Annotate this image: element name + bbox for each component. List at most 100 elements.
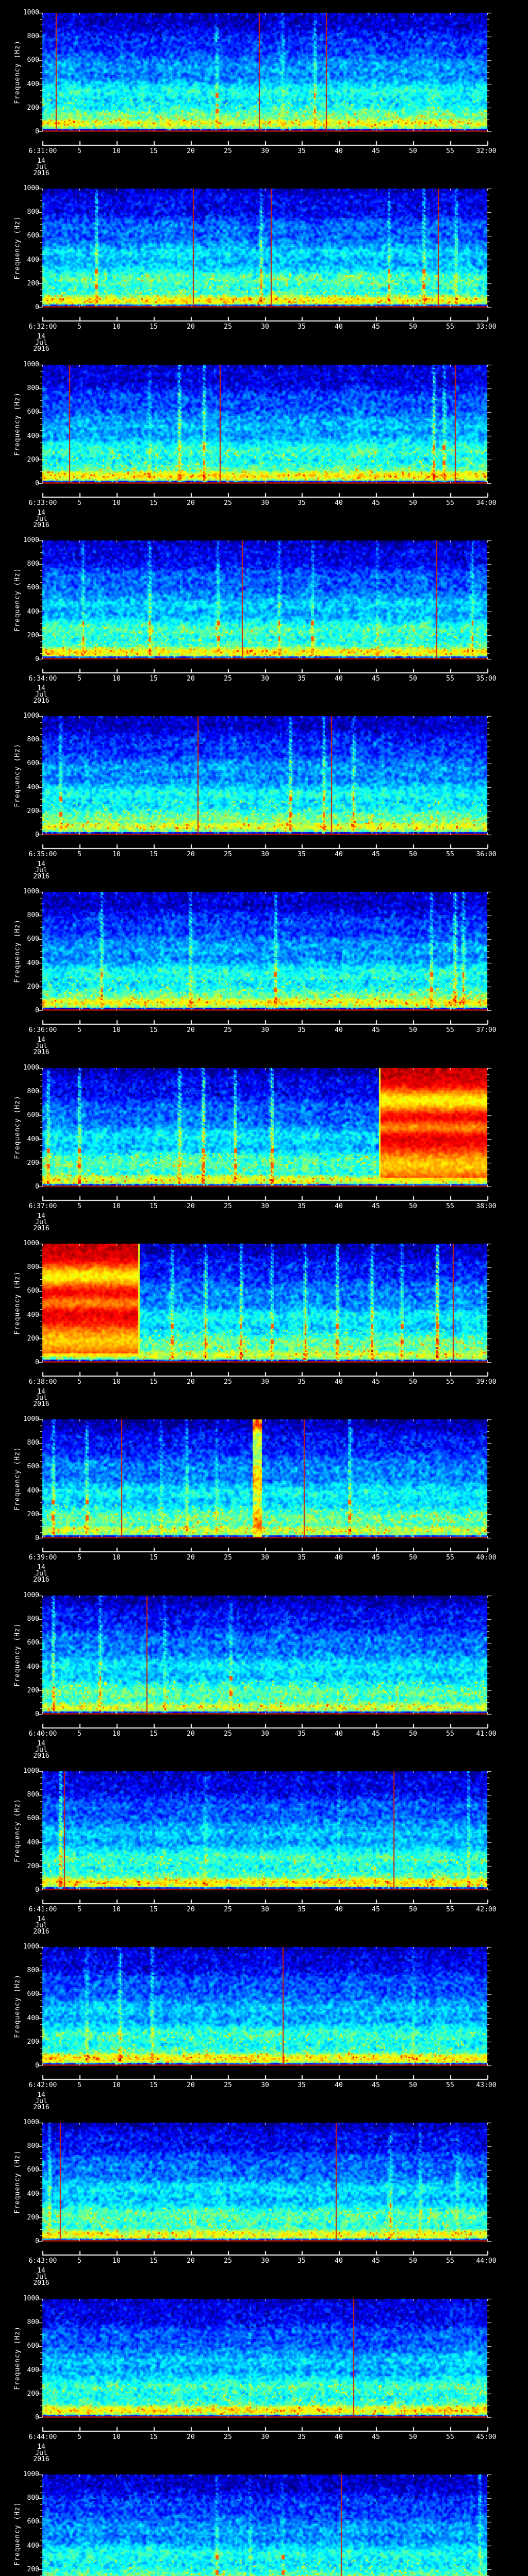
x-tick-label-40: 40 <box>335 1905 343 1913</box>
spectrogram-panel: Frequency (Hz) 0 200 400 600 800 1000 6:… <box>0 2110 528 2286</box>
y-tick-label-400: 400 <box>27 256 39 264</box>
x-tick-label-55: 55 <box>446 1730 454 1738</box>
y-axis-title: Frequency (Hz) <box>13 2326 22 2390</box>
x-tick-label-20: 20 <box>187 323 195 331</box>
x-tick-label-20: 20 <box>187 2081 195 2090</box>
y-tick-label-200: 200 <box>27 280 39 288</box>
x-tick-label-40: 40 <box>335 2257 343 2265</box>
x-tick-label-5: 5 <box>77 323 81 331</box>
x-tick-label-15: 15 <box>150 1554 158 1562</box>
x-tick-label-25: 25 <box>224 147 232 155</box>
x-tick-label-20: 20 <box>187 1905 195 1913</box>
y-axis-title: Frequency (Hz) <box>13 2502 22 2566</box>
y-tick-label-0: 0 <box>35 1534 39 1543</box>
x-tick-label-45: 45 <box>372 1730 380 1738</box>
y-tick-label-600: 600 <box>27 1111 39 1119</box>
x-tick-label-30: 30 <box>261 2433 269 2441</box>
y-tick-label-1000: 1000 <box>23 1767 39 1775</box>
y-tick-label-0: 0 <box>35 479 39 487</box>
x-tick-label-55: 55 <box>446 323 454 331</box>
x-end-time-label: 37:00 <box>476 1026 497 1035</box>
y-axis-title: Frequency (Hz) <box>13 1095 22 1159</box>
x-end-time-label: 39:00 <box>476 1378 497 1386</box>
x-tick-label-50: 50 <box>409 323 417 331</box>
x-tick-label-55: 55 <box>446 2433 454 2441</box>
x-tick-label-30: 30 <box>261 1202 269 1210</box>
x-tick-label-30: 30 <box>261 1905 269 1913</box>
x-tick-label-45: 45 <box>372 1026 380 1035</box>
x-tick-label-5: 5 <box>77 851 81 859</box>
x-tick-label-10: 10 <box>112 2257 121 2265</box>
x-tick-label-20: 20 <box>187 674 195 683</box>
x-tick-label-55: 55 <box>446 499 454 507</box>
x-end-time-label: 45:00 <box>476 2433 497 2441</box>
x-tick-label-20: 20 <box>187 1026 195 1035</box>
x-tick-label-10: 10 <box>112 147 121 155</box>
x-tick-label-10: 10 <box>112 323 121 331</box>
x-tick-label-15: 15 <box>150 1378 158 1386</box>
x-tick-label-20: 20 <box>187 851 195 859</box>
y-tick-label-1000: 1000 <box>23 1063 39 1072</box>
x-tick-label-50: 50 <box>409 499 417 507</box>
y-tick-label-200: 200 <box>27 2038 39 2046</box>
x-tick-label-30: 30 <box>261 851 269 859</box>
y-tick-label-0: 0 <box>35 655 39 663</box>
y-tick-label-1000: 1000 <box>23 184 39 193</box>
x-tick-label-50: 50 <box>409 2257 417 2265</box>
x-tick-label-10: 10 <box>112 851 121 859</box>
x-tick-label-20: 20 <box>187 147 195 155</box>
x-tick-label-55: 55 <box>446 2257 454 2265</box>
x-tick-label-35: 35 <box>298 1378 306 1386</box>
x-end-time-label: 43:00 <box>476 2081 497 2090</box>
y-tick-label-600: 600 <box>27 935 39 943</box>
x-tick-label-15: 15 <box>150 323 158 331</box>
x-tick-label-10: 10 <box>112 499 121 507</box>
spectrogram-panel: Frequency (Hz) 0 200 400 600 800 1000 6:… <box>0 1582 528 1759</box>
x-tick-label-25: 25 <box>224 1378 232 1386</box>
x-tick-label-20: 20 <box>187 499 195 507</box>
x-end-time-label: 40:00 <box>476 1554 497 1562</box>
x-tick-label-35: 35 <box>298 499 306 507</box>
x-end-time-label: 36:00 <box>476 851 497 859</box>
y-tick-label-1000: 1000 <box>23 1943 39 1951</box>
y-tick-label-200: 200 <box>27 1686 39 1694</box>
x-tick-label-55: 55 <box>446 1378 454 1386</box>
x-tick-label-25: 25 <box>224 2433 232 2441</box>
y-axis-title: Frequency (Hz) <box>13 1271 22 1335</box>
x-tick-label-15: 15 <box>150 1730 158 1738</box>
x-start-time-label: 6:31:00 <box>28 147 57 155</box>
x-tick-label-40: 40 <box>335 2433 343 2441</box>
y-tick-label-200: 200 <box>27 983 39 991</box>
x-tick-label-35: 35 <box>298 2081 306 2090</box>
y-tick-label-200: 200 <box>27 2389 39 2398</box>
x-tick-label-15: 15 <box>150 674 158 683</box>
x-tick-label-50: 50 <box>409 851 417 859</box>
y-tick-label-1000: 1000 <box>23 360 39 368</box>
x-start-time-label: 6:37:00 <box>28 1202 57 1210</box>
x-start-time-label: 6:39:00 <box>28 1554 57 1562</box>
y-tick-label-0: 0 <box>35 1358 39 1366</box>
x-tick-label-15: 15 <box>150 1202 158 1210</box>
x-start-time-label: 6:43:00 <box>28 2257 57 2265</box>
y-tick-label-0: 0 <box>35 1886 39 1894</box>
x-tick-label-10: 10 <box>112 2081 121 2090</box>
x-tick-label-40: 40 <box>335 2081 343 2090</box>
y-tick-label-1000: 1000 <box>23 2119 39 2127</box>
y-axis-title: Frequency (Hz) <box>13 2150 22 2214</box>
x-tick-label-45: 45 <box>372 323 380 331</box>
y-tick-label-600: 600 <box>27 1638 39 1647</box>
x-start-time-label: 6:35:00 <box>28 851 57 859</box>
x-tick-label-35: 35 <box>298 2433 306 2441</box>
x-tick-label-35: 35 <box>298 1905 306 1913</box>
y-tick-label-400: 400 <box>27 959 39 968</box>
y-tick-label-1000: 1000 <box>23 2470 39 2478</box>
x-tick-label-35: 35 <box>298 147 306 155</box>
y-axis-title: Frequency (Hz) <box>13 216 22 280</box>
x-tick-label-5: 5 <box>77 1554 81 1562</box>
x-tick-label-25: 25 <box>224 2257 232 2265</box>
x-tick-label-25: 25 <box>224 1905 232 1913</box>
x-tick-label-20: 20 <box>187 2257 195 2265</box>
y-tick-label-1000: 1000 <box>23 712 39 720</box>
x-tick-label-10: 10 <box>112 1905 121 1913</box>
x-tick-label-15: 15 <box>150 2257 158 2265</box>
